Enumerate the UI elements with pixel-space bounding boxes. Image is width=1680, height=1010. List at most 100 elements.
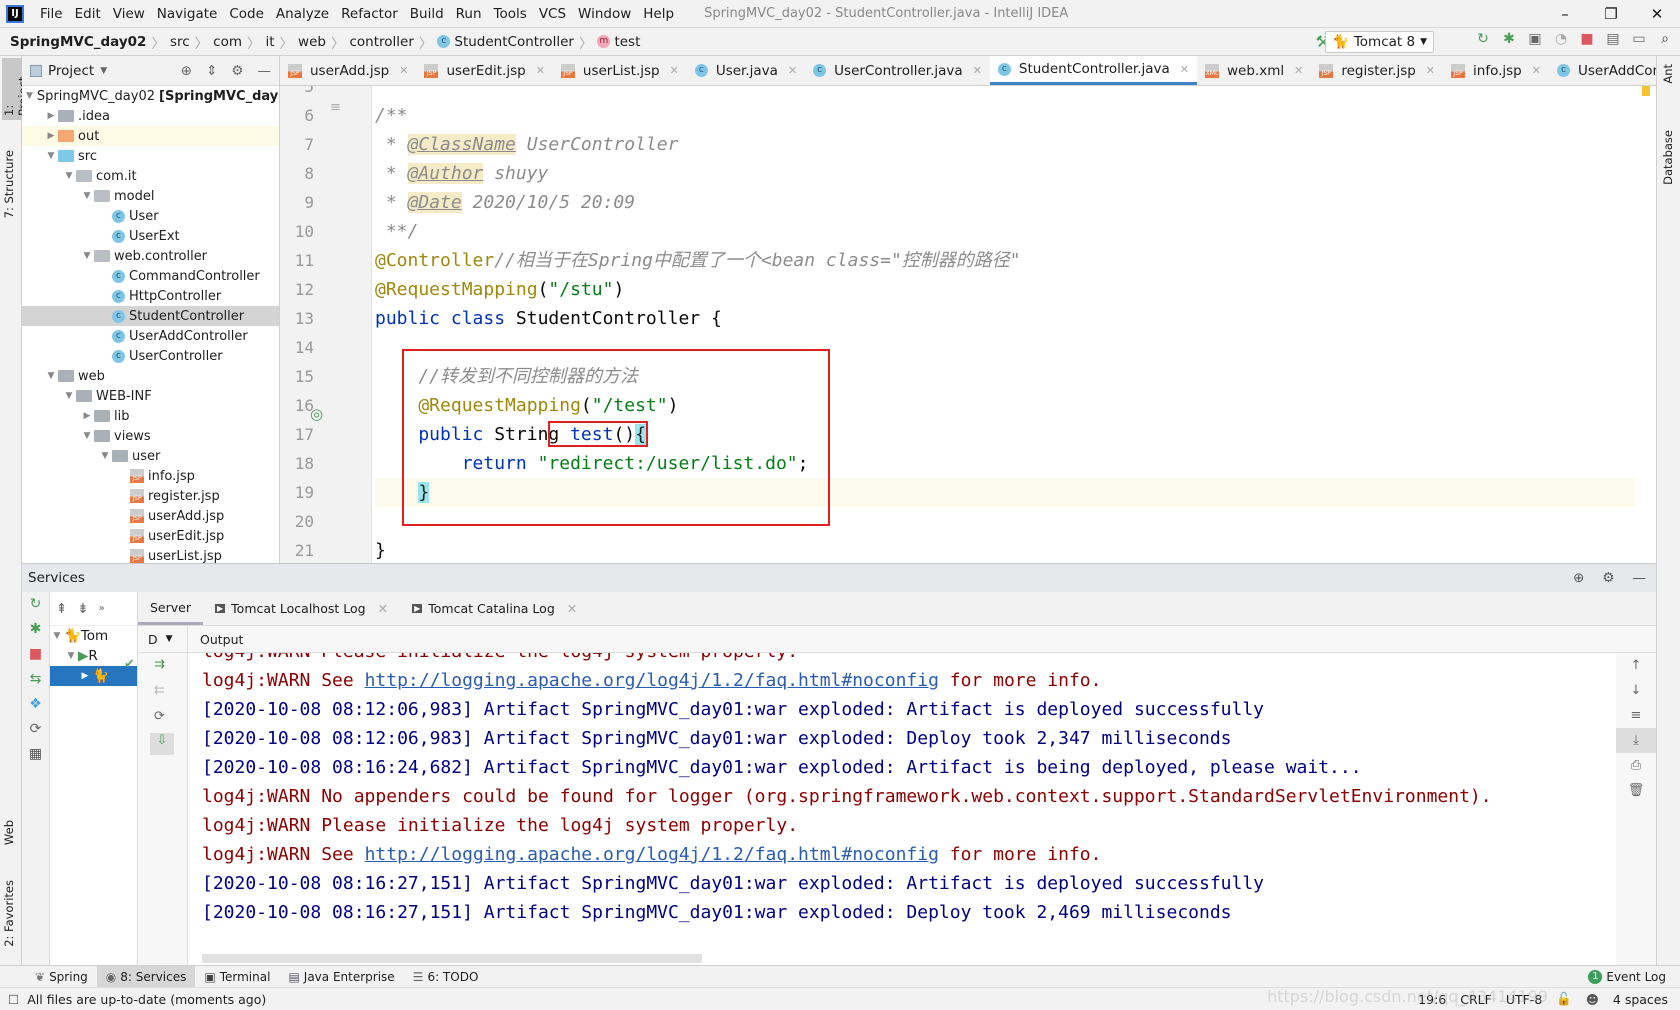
rerun-icon[interactable]: ↻	[22, 592, 49, 617]
close-tab-icon[interactable]: ✕	[788, 64, 797, 77]
tab-usercontroller-java[interactable]: c UserController.java ✕	[805, 56, 990, 85]
request-mapping-gutter-icon[interactable]: ◎	[310, 405, 323, 423]
close-tab-icon[interactable]: ✕	[1180, 63, 1189, 76]
menu-vcs[interactable]: VCS	[533, 6, 572, 22]
project-panel-title[interactable]: Project	[48, 63, 94, 79]
print-icon[interactable]: ⎙	[1616, 753, 1656, 778]
redeploy-icon[interactable]: ⟳	[154, 709, 165, 724]
deployment-dropdown[interactable]: D ▼	[138, 626, 188, 652]
tree-item[interactable]: c StudentController	[22, 306, 279, 326]
close-tab-icon[interactable]: ✕	[567, 601, 577, 616]
tree-item[interactable]: c HttpController	[22, 286, 279, 306]
gear-icon[interactable]: ⚙	[1602, 570, 1614, 586]
hide-icon[interactable]: —	[1633, 570, 1647, 586]
tree-item[interactable]: ▼ web.controller	[22, 246, 279, 266]
todo-tool-tab[interactable]: ☰ 6: TODO	[404, 966, 488, 987]
inspection-status-icon[interactable]	[1642, 86, 1650, 96]
collapsed-arrow-icon[interactable]: ▶	[80, 411, 94, 421]
expanded-arrow-icon[interactable]: ▼	[62, 171, 76, 181]
trash-icon[interactable]: 🗑	[1616, 778, 1656, 803]
code-line[interactable]: @Controller//相当于在Spring中配置了一个<bean class…	[375, 246, 1635, 275]
collapsed-arrow-icon[interactable]: ▶	[44, 131, 58, 141]
stop-icon[interactable]: ■	[22, 642, 49, 667]
tree-item[interactable]: JSP userAdd.jsp	[22, 506, 279, 526]
expanded-arrow-icon[interactable]: ▼	[80, 431, 94, 441]
tab-userlist-jsp[interactable]: JSP userList.jsp ✕	[553, 56, 687, 85]
run-configuration-select[interactable]: 🐈 Tomcat 8 ▼	[1325, 31, 1434, 53]
debug-icon[interactable]: ✱	[1500, 31, 1518, 47]
close-tab-icon[interactable]: ✕	[399, 64, 408, 77]
project-tool-tab[interactable]: 1: Project	[2, 58, 30, 120]
tree-item[interactable]: c CommandController	[22, 266, 279, 286]
code-line[interactable]: public class StudentController {	[375, 304, 1635, 333]
tree-item[interactable]: c UserController	[22, 346, 279, 366]
collapsed-arrow-icon[interactable]: ▶	[44, 111, 58, 121]
menu-view[interactable]: View	[107, 6, 151, 22]
menu-edit[interactable]: Edit	[69, 6, 107, 22]
chevron-down-icon[interactable]: ▼	[100, 66, 107, 76]
tab-useradd-jsp[interactable]: JSP userAdd.jsp ✕	[280, 56, 416, 85]
menu-refactor[interactable]: Refactor	[335, 6, 404, 22]
expanded-arrow-icon[interactable]: ▼	[44, 151, 58, 161]
tab-info-jsp[interactable]: JSP info.jsp ✕	[1443, 56, 1549, 85]
rerun-icon[interactable]: ↻	[1474, 31, 1492, 47]
services-tool-tab[interactable]: ◉ 8: Services	[96, 966, 196, 987]
tree-item[interactable]: c UserAddController	[22, 326, 279, 346]
refresh-icon[interactable]: ⟳	[22, 717, 49, 742]
services-tab-tomcat-localhost-log[interactable]: ▶ Tomcat Localhost Log ✕	[203, 592, 400, 625]
breadcrumb-item[interactable]: m test	[593, 32, 644, 52]
services-tab-server[interactable]: Server	[138, 592, 203, 625]
update-icon[interactable]: ⇩	[150, 733, 174, 755]
indent-setting[interactable]: 4 spaces	[1613, 992, 1668, 1007]
console-link[interactable]: http://logging.apache.org/log4j/1.2/faq.…	[365, 670, 939, 691]
tree-item[interactable]: JSP info.jsp	[22, 466, 279, 486]
scroll-to-end-icon[interactable]: ⤓	[1616, 728, 1656, 753]
tab-studentcontroller-java[interactable]: c StudentController.java ✕	[989, 56, 1197, 85]
close-tab-icon[interactable]: ✕	[536, 64, 545, 77]
tree-item[interactable]: ▼ user	[22, 446, 279, 466]
code-line[interactable]: * @Author shuyy	[375, 159, 1635, 188]
tree-item[interactable]: ▶ lib	[22, 406, 279, 426]
status-toggle-icon[interactable]: ☐	[8, 992, 19, 1007]
tree-item[interactable]: ▶ out	[22, 126, 279, 146]
expanded-arrow-icon[interactable]: ▼	[44, 371, 58, 381]
breadcrumb-item[interactable]: src	[166, 32, 194, 52]
tree-item[interactable]: ▼ SpringMVC_day02 [SpringMVC_day0	[22, 86, 279, 106]
ant-tool-tab[interactable]: Ant	[1661, 60, 1675, 88]
menu-build[interactable]: Build	[404, 6, 450, 22]
java-enterprise-tool-tab[interactable]: ▤ Java Enterprise	[279, 966, 403, 987]
unlock-icon[interactable]: 🔓	[1556, 991, 1572, 1007]
arrow-up-icon[interactable]: ↑	[1616, 653, 1656, 678]
close-tab-icon[interactable]: ✕	[973, 64, 982, 77]
code-line[interactable]	[375, 86, 1635, 101]
tree-item[interactable]: JSP register.jsp	[22, 486, 279, 506]
code-line[interactable]: @RequestMapping("/stu")	[375, 275, 1635, 304]
menu-run[interactable]: Run	[450, 6, 488, 22]
gear-icon[interactable]: ⚙	[231, 63, 243, 79]
tab-web-xml[interactable]: XML web.xml ✕	[1197, 56, 1311, 85]
hide-icon[interactable]: —	[258, 63, 272, 79]
breadcrumb-item[interactable]: it	[262, 32, 279, 52]
globe-settings-icon[interactable]: ⊕	[1573, 570, 1584, 586]
breadcrumb-item[interactable]: SpringMVC_day02	[6, 32, 150, 52]
doc-render-icon[interactable]: ≡	[330, 100, 341, 115]
menu-code[interactable]: Code	[223, 6, 270, 22]
tab-useredit-jsp[interactable]: JSP userEdit.jsp ✕	[416, 56, 552, 85]
services-node-tomcat[interactable]: ▼ 🐈 Tom	[50, 626, 137, 646]
console-output[interactable]: log4j:WARN Please initialize the log4j s…	[202, 653, 1616, 951]
breadcrumb-item[interactable]: com	[209, 32, 246, 52]
code-line[interactable]: /**	[375, 101, 1635, 130]
close-tab-icon[interactable]: ✕	[1532, 64, 1541, 77]
project-structure-icon[interactable]: ▤	[1604, 31, 1622, 47]
close-tab-icon[interactable]: ✕	[1426, 64, 1435, 77]
tree-item[interactable]: ▼ WEB-INF	[22, 386, 279, 406]
tree-item[interactable]: ▼ model	[22, 186, 279, 206]
soft-wrap-icon[interactable]: ≡	[1616, 703, 1656, 728]
structure-tool-tab[interactable]: 7: Structure	[2, 146, 16, 222]
menu-file[interactable]: File	[34, 6, 69, 22]
tree-item[interactable]: ▼ views	[22, 426, 279, 446]
expand-all-icon[interactable]: ⇞	[56, 601, 67, 617]
expanded-arrow-icon[interactable]: ▼	[80, 251, 94, 261]
coverage-icon[interactable]: ▣	[1526, 31, 1544, 47]
deploy-all-icon[interactable]: ⇉	[154, 657, 165, 672]
